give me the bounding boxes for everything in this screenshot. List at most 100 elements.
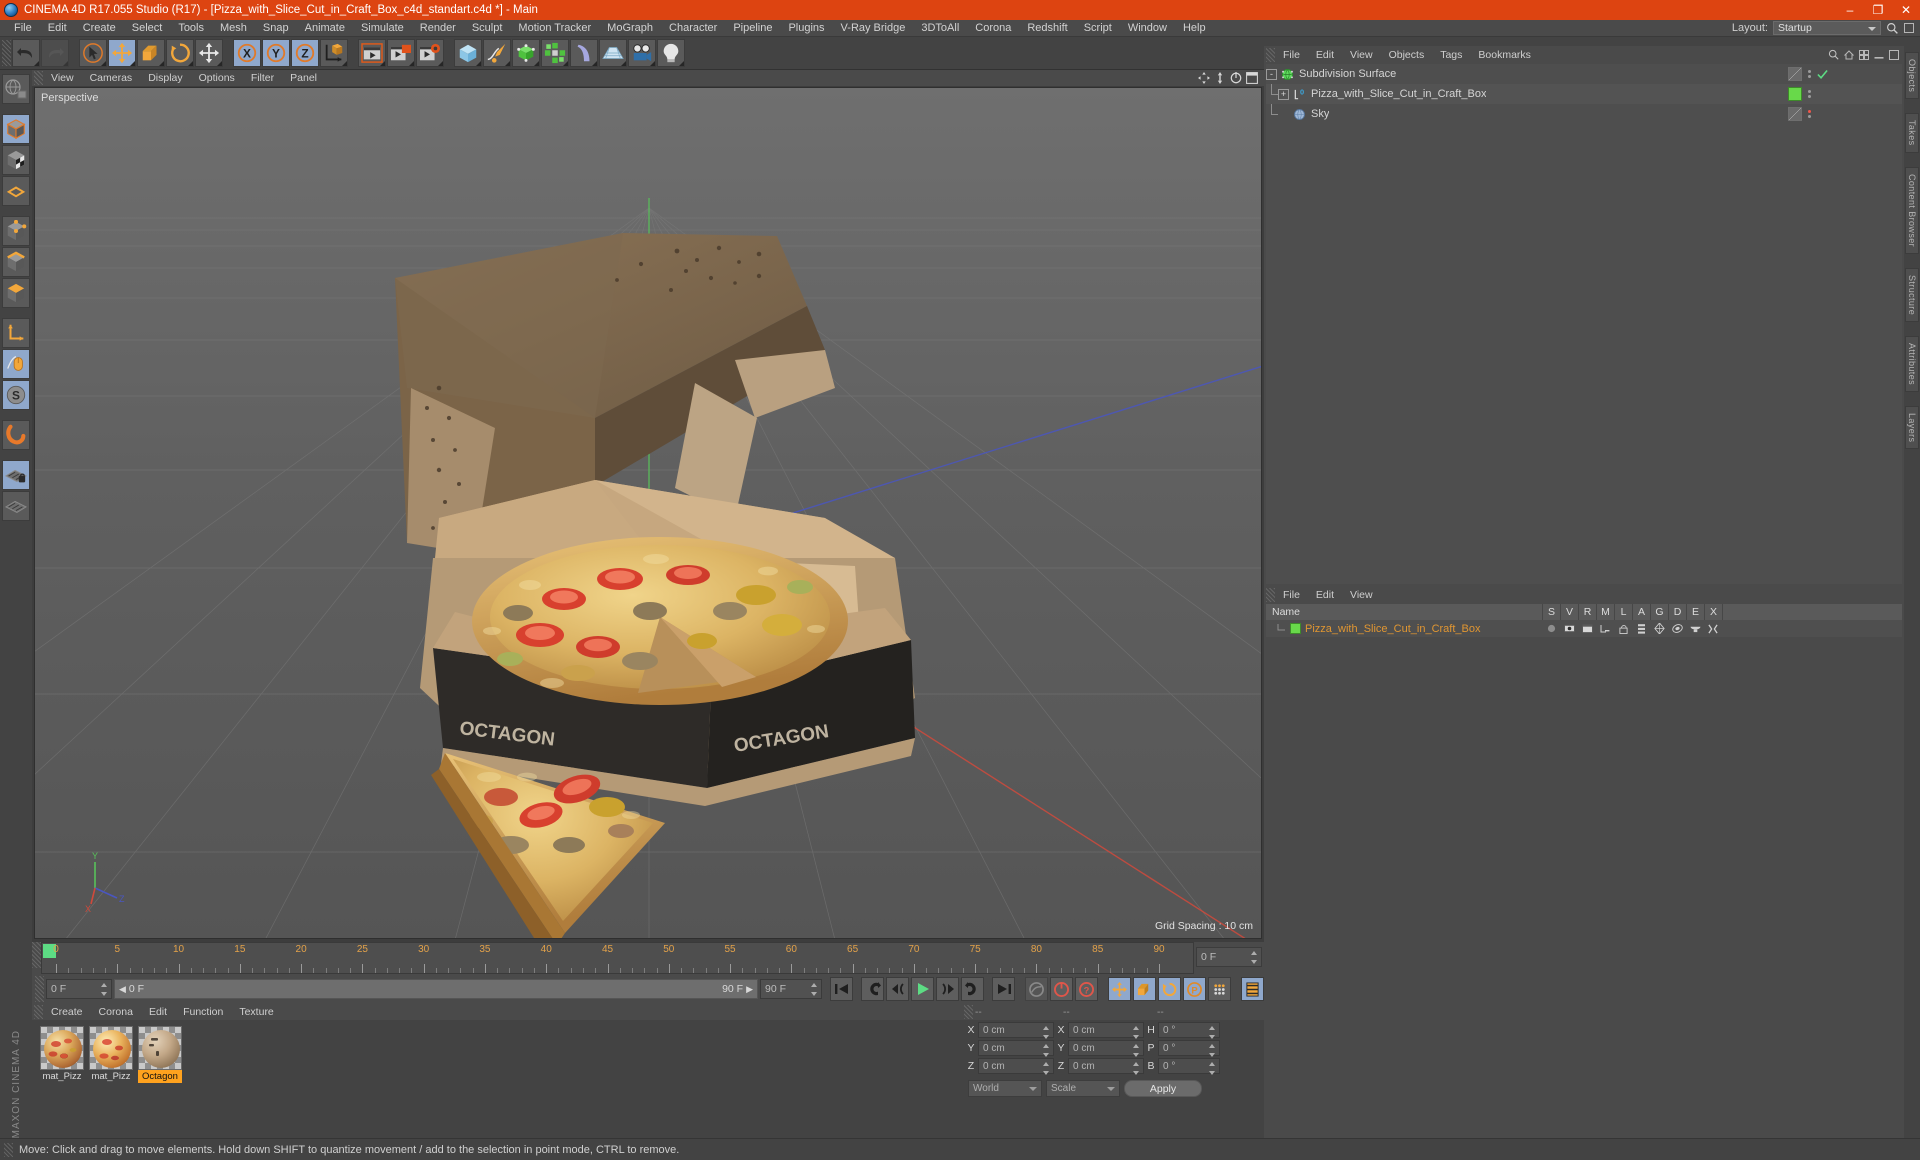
stepper-icon[interactable] xyxy=(1209,1026,1216,1039)
coordinate-mode-dropdown[interactable]: Scale xyxy=(1046,1080,1120,1097)
redo-icon[interactable] xyxy=(41,39,69,67)
lock-z-icon[interactable]: Z xyxy=(291,39,319,67)
minimize-panel-icon[interactable] xyxy=(1874,50,1884,60)
layer-color-swatch[interactable] xyxy=(1290,623,1301,634)
viewport-menu-filter[interactable]: Filter xyxy=(243,70,282,86)
point-level-animation-icon[interactable] xyxy=(1208,977,1231,1001)
undo-icon[interactable] xyxy=(12,39,40,67)
menu-render[interactable]: Render xyxy=(412,20,464,37)
column-l[interactable]: L xyxy=(1614,604,1632,620)
minimize-button[interactable]: – xyxy=(1836,0,1864,20)
menu-redshift[interactable]: Redshift xyxy=(1019,20,1075,37)
layout-dropdown[interactable]: Startup xyxy=(1773,21,1881,35)
object-tag-icon[interactable] xyxy=(1788,107,1802,121)
edge-mode-icon[interactable] xyxy=(2,216,30,246)
menu-corona[interactable]: Corona xyxy=(967,20,1019,37)
column-g[interactable]: G xyxy=(1650,604,1668,620)
viewport-menu-panel[interactable]: Panel xyxy=(282,70,325,86)
model-mode-icon[interactable] xyxy=(2,114,30,144)
stepper-icon[interactable] xyxy=(1209,1044,1216,1057)
column-x[interactable]: X xyxy=(1704,604,1722,620)
go-to-end-icon[interactable] xyxy=(992,977,1015,1001)
viewport-canvas[interactable]: OCTAGON OCTAGON Y Z X Perspective Grid S… xyxy=(34,87,1262,939)
column-d[interactable]: D xyxy=(1668,604,1686,620)
snap-mode-icon[interactable]: S xyxy=(2,380,30,410)
visibility-dots[interactable] xyxy=(1808,70,1811,78)
layer-menu-file[interactable]: File xyxy=(1275,587,1308,603)
material-thumbnail[interactable] xyxy=(89,1026,133,1070)
layer-expression-cell[interactable] xyxy=(1686,624,1704,633)
panel-options-icon[interactable] xyxy=(1904,23,1914,33)
object-tag-icon[interactable] xyxy=(1788,67,1802,81)
make-editable-icon[interactable] xyxy=(2,74,30,104)
object-row-pizza-with-slice-cut-in-craft-box[interactable]: + 0 Pizza_with_Slice_Cut_in_Craft_Box xyxy=(1266,84,1902,104)
stepper-icon[interactable] xyxy=(811,983,818,996)
rotation-b-field[interactable]: 0 ° xyxy=(1158,1058,1220,1075)
keyframe-selection-icon[interactable]: ? xyxy=(1075,977,1098,1001)
layer-render-cell[interactable] xyxy=(1578,624,1596,633)
material-grip[interactable] xyxy=(34,1005,43,1019)
coordinate-system-dropdown[interactable]: World xyxy=(968,1080,1042,1097)
menu-mesh[interactable]: Mesh xyxy=(212,20,255,37)
column-a[interactable]: A xyxy=(1632,604,1650,620)
menu-pipeline[interactable]: Pipeline xyxy=(725,20,780,37)
material-thumbnail[interactable] xyxy=(138,1026,182,1070)
position-y-field[interactable]: 0 cm xyxy=(978,1040,1054,1057)
timeline-grip[interactable] xyxy=(32,942,41,968)
object-manager-grip[interactable] xyxy=(1266,47,1275,62)
object-menu-bookmarks[interactable]: Bookmarks xyxy=(1470,47,1539,63)
search-icon[interactable] xyxy=(1828,49,1839,60)
timeline-window-icon[interactable] xyxy=(1241,977,1264,1001)
menu-mograph[interactable]: MoGraph xyxy=(599,20,661,37)
layer-generator-cell[interactable] xyxy=(1650,623,1668,634)
size-x-field[interactable]: 0 cm xyxy=(1068,1022,1144,1039)
rail-tab-layers[interactable]: Layers xyxy=(1905,406,1919,450)
object-row-sky[interactable]: Sky xyxy=(1266,104,1902,124)
object-menu-view[interactable]: View xyxy=(1342,47,1381,63)
layer-solo-cell[interactable] xyxy=(1542,624,1560,633)
stepper-icon[interactable] xyxy=(1133,1044,1140,1057)
rotate-tool-icon[interactable] xyxy=(166,39,194,67)
pan-view-icon[interactable] xyxy=(1198,72,1210,84)
stepper-icon[interactable] xyxy=(1251,951,1258,964)
workplane-lock-icon[interactable] xyxy=(2,460,30,490)
menu-select[interactable]: Select xyxy=(124,20,171,37)
menu-character[interactable]: Character xyxy=(661,20,725,37)
light-icon[interactable] xyxy=(657,39,685,67)
timeline-ruler[interactable]: 0 5 10 15 20 25 30 35 40 45 50 55 60 65 70 75 80 85 90 xyxy=(41,942,1194,974)
menu-animate[interactable]: Animate xyxy=(297,20,353,37)
object-axis-icon[interactable] xyxy=(2,318,30,348)
render-to-picture-viewer-icon[interactable] xyxy=(387,39,415,67)
expander-icon[interactable]: + xyxy=(1278,88,1289,100)
material-item[interactable]: mat_Pizz xyxy=(89,1026,133,1083)
select-live-icon[interactable] xyxy=(79,39,107,67)
grid-view-icon[interactable] xyxy=(1859,49,1869,60)
column-s[interactable]: S xyxy=(1542,604,1560,620)
menu-create[interactable]: Create xyxy=(75,20,124,37)
material-menu-edit[interactable]: Edit xyxy=(141,1004,175,1020)
object-menu-edit[interactable]: Edit xyxy=(1308,47,1342,63)
previous-frame-icon[interactable] xyxy=(886,977,909,1001)
rotation-p-field[interactable]: 0 ° xyxy=(1158,1040,1220,1057)
menu-3dtoall[interactable]: 3DToAll xyxy=(913,20,967,37)
polygon-edge-icon[interactable] xyxy=(2,247,30,277)
stepper-icon[interactable] xyxy=(1043,1044,1050,1057)
layer-menu-view[interactable]: View xyxy=(1342,587,1381,603)
scrub-left-arrow-icon[interactable]: ◀ xyxy=(119,984,126,995)
frame-start-field[interactable]: 0 F xyxy=(46,979,112,999)
maximize-button[interactable]: ❐ xyxy=(1864,0,1892,20)
autokeying-icon[interactable] xyxy=(1050,977,1073,1001)
material-menu-function[interactable]: Function xyxy=(175,1004,231,1020)
rail-tab-takes[interactable]: Takes xyxy=(1905,113,1919,153)
position-z-field[interactable]: 0 cm xyxy=(978,1058,1054,1075)
menu-vray-bridge[interactable]: V-Ray Bridge xyxy=(833,20,914,37)
object-menu-objects[interactable]: Objects xyxy=(1381,47,1433,63)
bend-deformer-icon[interactable] xyxy=(570,39,598,67)
material-menu-texture[interactable]: Texture xyxy=(231,1004,281,1020)
enable-axis-icon[interactable] xyxy=(2,349,30,379)
cube-primitive-icon[interactable] xyxy=(454,39,482,67)
expander-icon[interactable]: - xyxy=(1266,68,1277,80)
column-m[interactable]: M xyxy=(1596,604,1614,620)
layer-manager-cell[interactable] xyxy=(1596,624,1614,634)
viewport-grip[interactable] xyxy=(34,71,43,85)
